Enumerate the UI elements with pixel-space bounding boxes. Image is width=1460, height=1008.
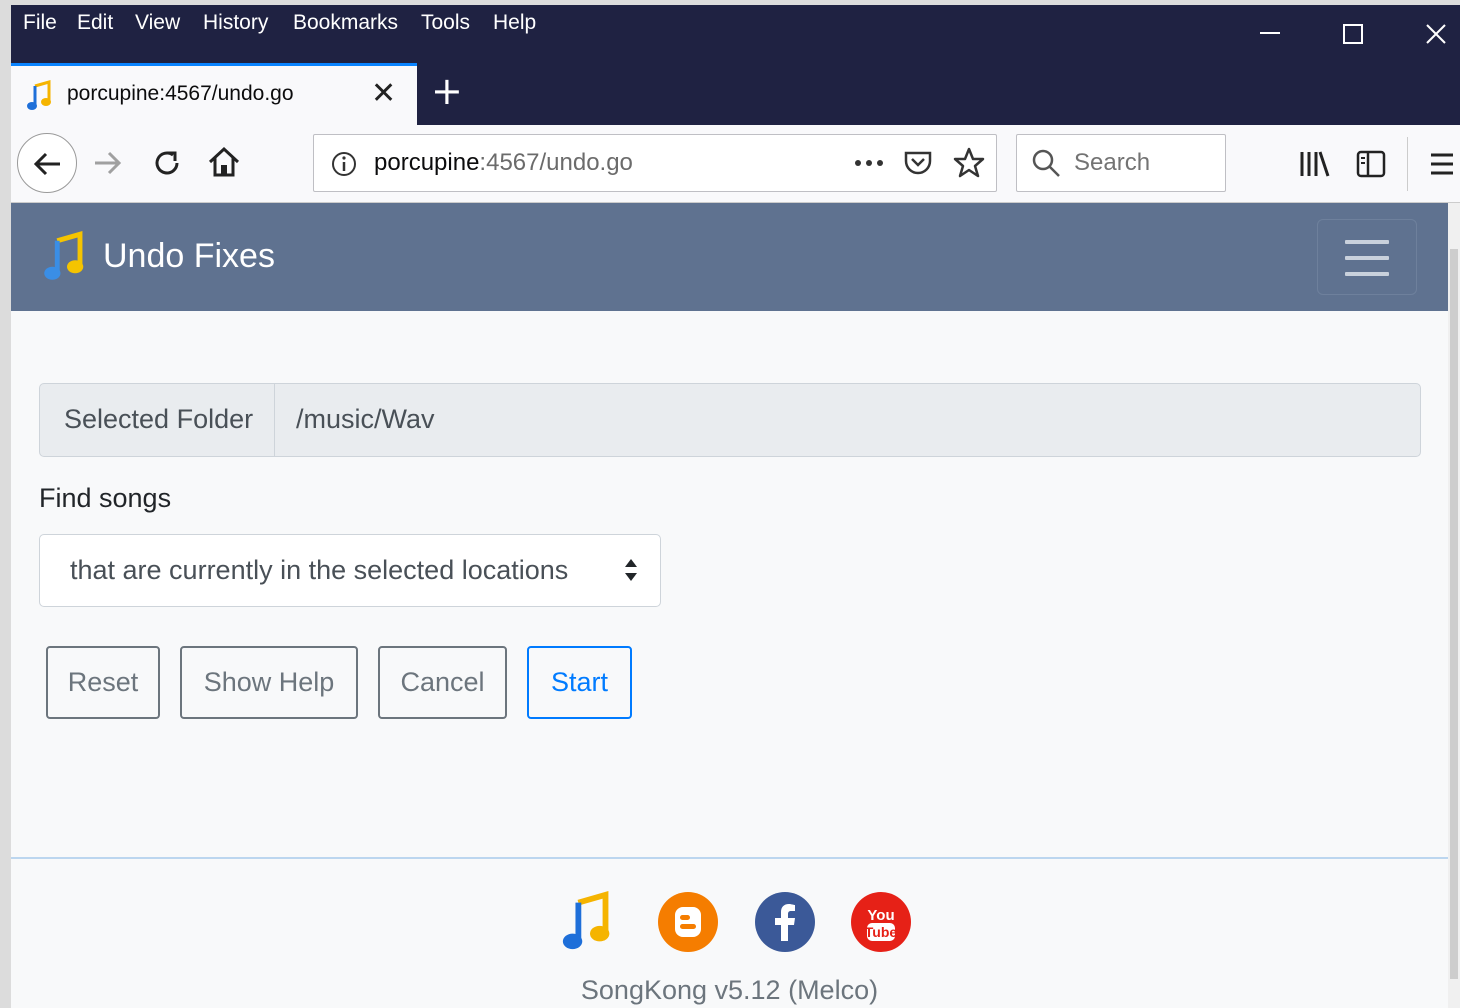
menu-icon[interactable]: [1427, 149, 1457, 179]
browser-window: File Edit View History Bookmarks Tools H…: [11, 5, 1460, 1008]
reload-icon[interactable]: [151, 147, 183, 179]
tab-undo[interactable]: porcupine:4567/undo.go ✕: [11, 63, 417, 125]
footer-divider: [11, 857, 1448, 859]
music-note-icon: [27, 80, 51, 110]
bookmark-star-icon[interactable]: [952, 146, 986, 180]
tab-close-icon[interactable]: ✕: [371, 76, 396, 111]
home-icon[interactable]: [207, 145, 241, 179]
toolbar-divider: [1407, 137, 1408, 191]
pocket-icon[interactable]: [902, 147, 934, 179]
show-help-button[interactable]: Show Help: [180, 646, 358, 719]
songkong-footer-icon[interactable]: [559, 891, 621, 953]
navbar-toggle-button[interactable]: [1317, 219, 1417, 295]
selected-folder-value: /music/Wav: [296, 404, 435, 434]
menu-bookmarks[interactable]: Bookmarks: [293, 11, 398, 35]
search-placeholder: Search: [1074, 149, 1151, 176]
sidebar-icon[interactable]: [1355, 149, 1387, 179]
menu-help[interactable]: Help: [493, 11, 536, 35]
new-tab-icon[interactable]: +: [431, 69, 463, 113]
hamburger-line: [1345, 272, 1389, 276]
library-icon[interactable]: [1298, 149, 1330, 179]
select-arrows-icon: [625, 559, 637, 581]
youtube-icon[interactable]: You Tube: [850, 891, 912, 953]
hamburger-line: [1345, 256, 1389, 260]
page-actions-icon[interactable]: [852, 153, 886, 173]
maximize-icon[interactable]: [1338, 19, 1368, 49]
start-button[interactable]: Start: [527, 646, 632, 719]
tab-title: porcupine:4567/undo.go: [67, 82, 294, 105]
search-icon: [1032, 149, 1060, 177]
url-text: porcupine:4567/undo.go: [374, 149, 633, 176]
search-box[interactable]: Search: [1016, 134, 1226, 192]
nav-bar: porcupine:4567/undo.go Search: [11, 125, 1460, 203]
svg-text:Tube: Tube: [865, 924, 898, 940]
forward-arrow-icon[interactable]: [91, 147, 123, 179]
menu-tools[interactable]: Tools: [421, 11, 470, 35]
app-title: Undo Fixes: [103, 237, 275, 275]
cancel-button[interactable]: Cancel: [378, 646, 507, 719]
info-icon[interactable]: [330, 150, 358, 178]
close-window-icon[interactable]: [1421, 19, 1451, 49]
find-songs-selected-value: that are currently in the selected locat…: [70, 555, 569, 585]
songkong-logo-icon[interactable]: [41, 231, 93, 283]
tab-strip: porcupine:4567/undo.go ✕ +: [11, 63, 1460, 125]
minimize-icon[interactable]: [1255, 19, 1285, 49]
url-bar[interactable]: porcupine:4567/undo.go: [313, 134, 997, 192]
blogger-icon[interactable]: [657, 891, 719, 953]
menu-file[interactable]: File: [23, 11, 57, 35]
menu-history[interactable]: History: [203, 11, 268, 35]
selected-folder-group: Selected Folder /music/Wav: [39, 383, 1421, 457]
find-songs-label: Find songs: [39, 483, 172, 513]
version-text: SongKong v5.12 (Melco): [580, 975, 879, 1005]
main-content: Selected Folder /music/Wav Find songs th…: [11, 311, 1448, 1008]
find-songs-select[interactable]: that are currently in the selected locat…: [39, 534, 661, 607]
vertical-scrollbar[interactable]: [1448, 203, 1460, 1008]
selected-folder-label: Selected Folder: [40, 384, 275, 456]
back-arrow-icon: [33, 152, 60, 176]
back-button[interactable]: [17, 133, 77, 193]
facebook-icon[interactable]: [754, 891, 816, 953]
menu-view[interactable]: View: [135, 11, 180, 35]
hamburger-line: [1345, 240, 1389, 244]
menu-bar: File Edit View History Bookmarks Tools H…: [11, 5, 1460, 63]
reset-button[interactable]: Reset: [46, 646, 160, 719]
svg-text:You: You: [867, 907, 894, 924]
scrollbar-thumb[interactable]: [1450, 249, 1458, 979]
menu-edit[interactable]: Edit: [77, 11, 113, 35]
app-header: Undo Fixes: [11, 203, 1448, 311]
